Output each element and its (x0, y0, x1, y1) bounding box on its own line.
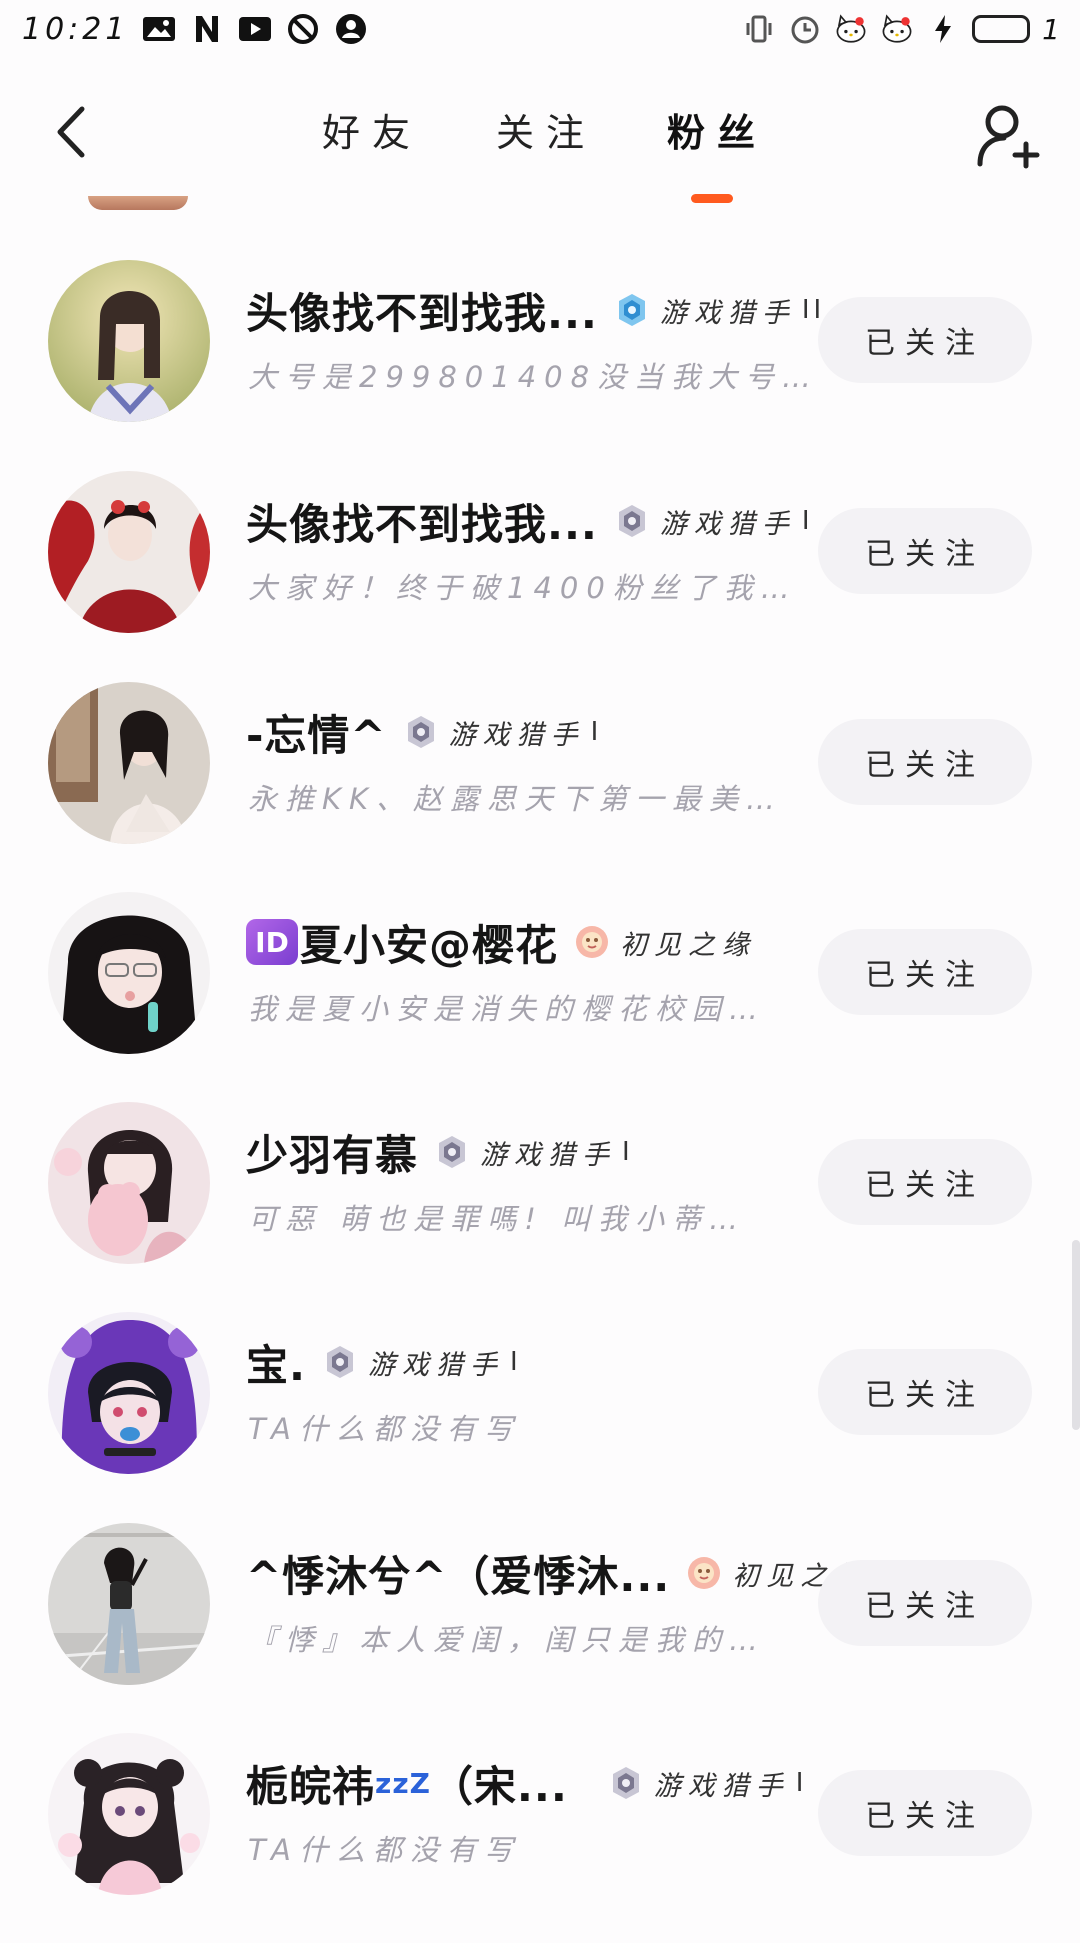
charging-icon (926, 12, 960, 46)
avatar[interactable] (48, 1312, 210, 1474)
avatar[interactable] (48, 260, 210, 422)
list-item[interactable]: 头像找不到找我... 游戏猎手 II 大号是299801408没当我大号… 已关… (0, 260, 1080, 470)
list-item[interactable]: 栀皖祎 zzZ （宋... 游戏猎手 I TA什么都没有写 已关注 (0, 1733, 1080, 1943)
badge-grey-icon (618, 505, 645, 537)
followed-button[interactable]: 已关注 (818, 1349, 1032, 1435)
avatar[interactable] (88, 196, 188, 210)
user-name[interactable]: 栀皖祎 (246, 1753, 375, 1814)
play-icon (238, 12, 272, 46)
avatar[interactable] (48, 471, 210, 633)
badge-label: 游戏猎手 (367, 1349, 504, 1381)
avatar[interactable] (48, 1733, 210, 1895)
sleep-zzz-icon: zzZ (375, 1766, 431, 1800)
status-time: 10:21 (22, 12, 129, 47)
n-icon (190, 12, 224, 46)
name-line: 头像找不到找我... 游戏猎手 II (246, 282, 825, 338)
cat-icon (834, 12, 868, 46)
list-item[interactable]: 宝. 游戏猎手 I TA什么都没有写 已关注 (0, 1312, 1080, 1522)
list-item[interactable]: 头像找不到找我... 游戏猎手 I 大家好！终于破1400粉丝了我… 已关注 (0, 471, 1080, 681)
level-indicator: I (590, 717, 603, 747)
list-item[interactable]: 少羽有慕 游戏猎手 I 可惡 萌也是罪嗎! 叫我小蒂… 已关注 (0, 1102, 1080, 1312)
alarm-icon (788, 12, 822, 46)
image-icon (142, 12, 176, 46)
tab-following[interactable]: 关注 (496, 102, 596, 157)
avatar[interactable] (48, 682, 210, 844)
followed-button[interactable]: 已关注 (818, 508, 1032, 594)
signature: 『悸』本人爱闺，闺只是我的… (248, 1623, 767, 1657)
badge-label: 游戏猎手 (659, 508, 796, 540)
battery-level: 1 (1042, 12, 1060, 46)
add-user-icon (977, 105, 1040, 169)
avatar[interactable] (48, 1102, 210, 1264)
user-name[interactable]: 头像找不到找我... (246, 280, 598, 341)
followed-button[interactable]: 已关注 (818, 1770, 1032, 1856)
scrollbar[interactable] (1072, 1240, 1080, 1430)
badge-grey-icon (407, 716, 434, 748)
blocked-icon (286, 12, 320, 46)
badge-blue-icon (618, 294, 645, 326)
level-indicator: I (795, 1768, 808, 1798)
badge-pink-icon (688, 1557, 721, 1589)
user-name[interactable]: 头像找不到找我... (246, 491, 598, 552)
cat-icon (880, 12, 914, 46)
header: 好友 关注 粉丝 (0, 62, 1080, 203)
account-icon (334, 12, 368, 46)
level-indicator: I (622, 1137, 634, 1167)
user-name[interactable]: -忘情^ (246, 702, 387, 763)
list-item[interactable]: ^悸沐兮^（爱悸沐... 初见之缘 『悸』本人爱闺，闺只是我的… 已关注 (0, 1523, 1080, 1733)
name-line: -忘情^ 游戏猎手 I (246, 704, 602, 760)
notification-icons (142, 12, 368, 46)
badge-label: 游戏猎手 (653, 1770, 790, 1802)
status-bar: 10:21 1 (0, 0, 1080, 62)
followed-button[interactable]: 已关注 (818, 1560, 1032, 1646)
badge-label: 游戏猎手 (659, 297, 796, 329)
badge-label: 初见之缘 (620, 929, 757, 961)
avatar[interactable] (48, 1523, 210, 1685)
badge-label: 游戏猎手 (448, 719, 585, 751)
tab-bar: 好友 关注 粉丝 (0, 62, 1080, 203)
signature: 永推KK、赵露思天下第一最美… (248, 782, 784, 816)
badge-grey-icon (612, 1767, 639, 1799)
signature: 大家好！终于破1400粉丝了我… (248, 571, 798, 605)
badge-grey-icon (439, 1136, 466, 1168)
user-name[interactable]: 少羽有慕 (246, 1122, 418, 1183)
signature: 大号是299801408没当我大号… (248, 360, 820, 394)
active-tab-indicator (691, 194, 733, 203)
user-name[interactable]: ^悸沐兮^（爱悸沐... (246, 1543, 670, 1604)
system-icons: 1 (742, 12, 1060, 46)
tab-followers[interactable]: 粉丝 (667, 102, 767, 157)
followed-button[interactable]: 已关注 (818, 719, 1032, 805)
vibrate-icon (742, 12, 776, 46)
name-line: 头像找不到找我... 游戏猎手 I (246, 493, 814, 549)
id-badge-icon: ID (246, 919, 298, 965)
avatar[interactable] (48, 892, 210, 1054)
signature: 可惡 萌也是罪嗎! 叫我小蒂… (248, 1202, 747, 1236)
user-name[interactable]: 夏小安@樱花 (300, 912, 558, 973)
list-item[interactable]: ID 夏小安@樱花 初见之缘 我是夏小安是消失的樱花校园… 已关注 (0, 892, 1080, 1102)
badge-grey-icon (326, 1346, 353, 1378)
name-line: ID 夏小安@樱花 初见之缘 (246, 914, 756, 970)
signature: TA什么都没有写 (248, 1412, 521, 1446)
list-item[interactable]: -忘情^ 游戏猎手 I 永推KK、赵露思天下第一最美… 已关注 (0, 682, 1080, 892)
user-name-tail[interactable]: （宋... (431, 1753, 568, 1814)
signature: TA什么都没有写 (248, 1833, 521, 1867)
user-name[interactable]: 宝. (246, 1332, 306, 1393)
name-line: 宝. 游戏猎手 I (246, 1334, 522, 1390)
tab-friends[interactable]: 好友 (322, 102, 422, 157)
followed-button[interactable]: 已关注 (818, 297, 1032, 383)
name-line: 栀皖祎 zzZ （宋... 游戏猎手 I (246, 1755, 807, 1811)
add-friend-button[interactable] (974, 100, 1044, 170)
badge-label: 游戏猎手 (480, 1139, 617, 1171)
name-line: 少羽有慕 游戏猎手 I (246, 1124, 634, 1180)
followed-button[interactable]: 已关注 (818, 1139, 1032, 1225)
battery-icon (972, 15, 1031, 43)
followed-button[interactable]: 已关注 (818, 929, 1032, 1015)
badge-pink-icon (576, 926, 609, 958)
signature: 我是夏小安是消失的樱花校园… (248, 992, 767, 1026)
level-indicator: I (509, 1347, 522, 1377)
name-line: ^悸沐兮^（爱悸沐... 初见之缘 (246, 1545, 868, 1601)
level-indicator: I (801, 506, 814, 536)
